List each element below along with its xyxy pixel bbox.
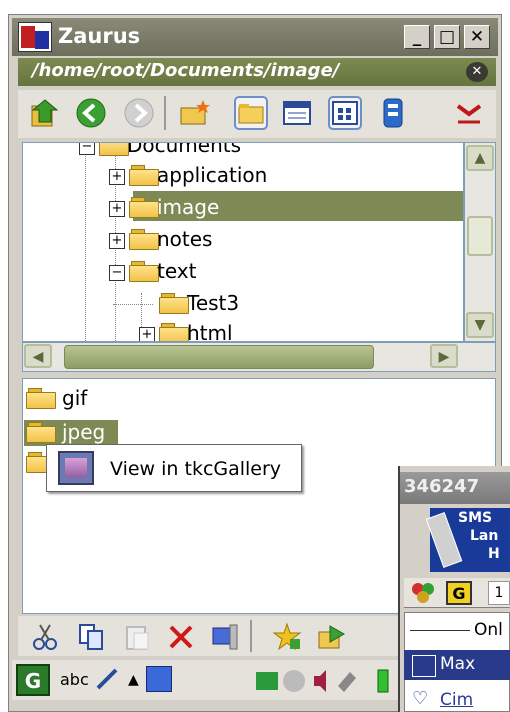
app-icon[interactable]: [18, 22, 52, 52]
cut-icon[interactable]: [30, 622, 60, 652]
popup-row-label: Onl: [474, 620, 503, 640]
path-close-button[interactable]: ✕: [466, 62, 488, 82]
tree-item[interactable]: + application: [23, 161, 463, 191]
list-item-jpeg[interactable]: jpeg: [62, 420, 105, 444]
heart-icon: ♡: [412, 688, 429, 709]
expand-icon[interactable]: +: [109, 201, 125, 217]
detail-view-icon[interactable]: [328, 96, 362, 130]
collapse-icon[interactable]: −: [79, 143, 95, 155]
send-icon[interactable]: [316, 622, 346, 652]
folder-icon: [129, 197, 159, 218]
maximize-icon: □: [438, 27, 456, 47]
folder-icon: [159, 293, 189, 314]
tree-item[interactable]: + notes: [23, 225, 463, 255]
tree-item-label: Documents: [127, 142, 242, 157]
close-view-icon[interactable]: [452, 96, 486, 130]
folder-icon: [129, 261, 159, 282]
right-arrow-icon: ▶: [438, 349, 450, 365]
folder-icon: [99, 143, 129, 156]
list-item-jpeg-folder-icon: [26, 422, 60, 446]
vertical-scroll-thumb[interactable]: [467, 216, 493, 256]
tree-item-label: application: [157, 163, 268, 187]
folder-view-icon[interactable]: [234, 96, 268, 130]
collapse-icon[interactable]: −: [109, 265, 125, 281]
scroll-down-button[interactable]: ▼: [466, 312, 494, 338]
favorite-icon[interactable]: [272, 622, 302, 652]
folder-icon: [129, 165, 159, 186]
popup-row[interactable]: ♡ Cim: [404, 686, 510, 712]
banner-line: SMS: [458, 510, 493, 526]
menu-item-view-in-tkcgallery[interactable]: View in tkcGallery: [110, 458, 281, 480]
horizontal-scroll-thumb[interactable]: [64, 345, 374, 369]
phone-icon: [425, 512, 463, 568]
tree-item-label: image: [157, 195, 220, 219]
toolbar-separator: [164, 96, 166, 130]
scroll-left-button[interactable]: ◀: [24, 344, 52, 368]
handwriting-icon[interactable]: [94, 666, 120, 692]
gallery-icon: [58, 451, 94, 485]
forward-icon[interactable]: [122, 96, 156, 130]
back-icon[interactable]: [74, 96, 108, 130]
tree-item[interactable]: − text: [23, 257, 463, 287]
folder-icon: [159, 323, 189, 341]
maximize-button[interactable]: □: [434, 25, 460, 49]
left-arrow-icon: ◀: [32, 349, 44, 365]
popup-row[interactable]: Onl: [404, 616, 510, 646]
down-arrow-icon: ▼: [474, 317, 486, 333]
applet-icon[interactable]: [146, 666, 172, 692]
expand-icon[interactable]: +: [109, 169, 125, 185]
popup-row-label: Cim: [440, 690, 474, 710]
popup-row-selected[interactable]: Max: [404, 650, 510, 680]
path-text: /home/root/Documents/image/: [32, 60, 340, 81]
device-icon[interactable]: [376, 96, 410, 130]
banner-line: Lan: [470, 528, 499, 544]
up-arrow-icon: ▲: [474, 150, 486, 166]
new-folder-icon[interactable]: [178, 96, 212, 130]
properties-icon[interactable]: [210, 622, 240, 652]
list-view-icon[interactable]: [280, 96, 314, 130]
delete-icon[interactable]: [166, 622, 196, 652]
paste-icon[interactable]: [122, 622, 152, 652]
start-icon[interactable]: G: [16, 664, 50, 696]
popup-row-label: Max: [440, 654, 476, 674]
tab-g[interactable]: G: [446, 581, 472, 605]
up-folder-icon[interactable]: [28, 96, 62, 130]
tree-item-label: html: [187, 321, 233, 342]
close-icon: ✕: [469, 27, 485, 47]
banner-line: H: [488, 546, 500, 562]
list-item-gif[interactable]: gif: [62, 386, 87, 410]
tree-item[interactable]: + html: [23, 319, 463, 342]
scroll-up-button[interactable]: ▲: [466, 145, 494, 171]
folder-tree[interactable]: − Documents + application + image + notes − text T…: [22, 142, 464, 342]
tree-item-label: notes: [157, 227, 213, 251]
minimize-icon: _: [412, 27, 422, 47]
input-method-label[interactable]: abc: [60, 670, 89, 689]
tree-item[interactable]: + image: [23, 193, 463, 223]
calendar-icon: [412, 655, 436, 677]
popup-title: 346247: [404, 476, 480, 497]
minimize-button[interactable]: _: [404, 25, 430, 49]
copy-icon[interactable]: [76, 622, 106, 652]
close-button[interactable]: ✕: [464, 25, 490, 49]
sms-banner: SMS Lan H: [425, 508, 510, 572]
tray-icons[interactable]: [254, 666, 396, 694]
up-arrow-icon[interactable]: ▲: [128, 672, 139, 688]
tab-extra[interactable]: 1: [488, 581, 510, 605]
clover-icon[interactable]: [408, 580, 438, 606]
expand-icon[interactable]: +: [109, 233, 125, 249]
expand-icon[interactable]: +: [139, 327, 155, 341]
toolbar-separator: [250, 620, 252, 652]
tree-item[interactable]: Test3: [23, 289, 463, 319]
scroll-right-button[interactable]: ▶: [430, 344, 458, 368]
list-item-gif-folder-icon: [26, 388, 60, 412]
tree-item-label: Test3: [187, 291, 240, 315]
tree-item-label: text: [157, 259, 197, 283]
tree-item[interactable]: − Documents: [23, 142, 463, 161]
window-title: Zaurus: [58, 24, 141, 48]
folder-icon: [129, 229, 159, 250]
